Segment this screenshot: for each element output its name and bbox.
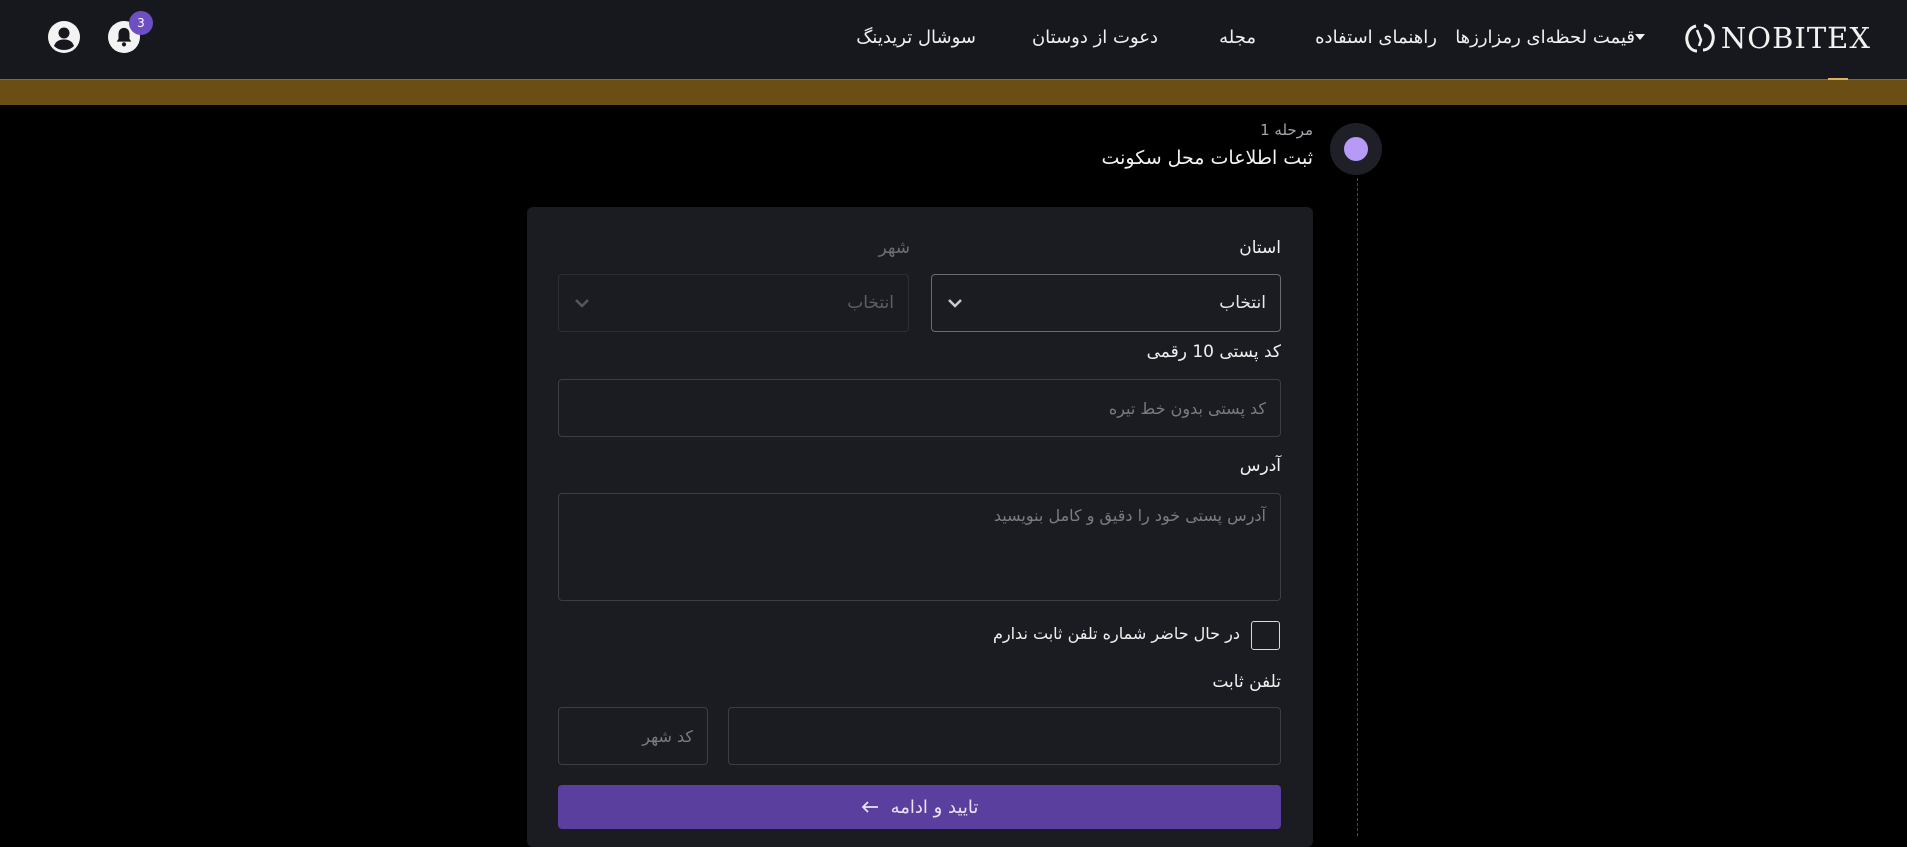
step-number: مرحله 1 [1260, 121, 1313, 139]
no-landline-label: در حال حاضر شماره تلفن ثابت ندارم [992, 624, 1240, 643]
landline-label: تلفن ثابت [1212, 672, 1281, 692]
nav-social-trading[interactable]: سوشال تریدینگ [856, 0, 976, 74]
chevron-down-icon [948, 299, 962, 308]
confirm-continue-button[interactable]: تایید و ادامه [558, 785, 1281, 829]
province-select[interactable]: انتخاب [931, 274, 1281, 332]
nav-social-trading-label: سوشال تریدینگ [856, 26, 976, 48]
area-code-input[interactable] [559, 708, 707, 764]
address-textarea[interactable] [559, 494, 1280, 600]
postal-code-label: کد پستی 10 رقمی [1146, 342, 1281, 362]
nav-crypto-prices-label: قیمت لحظه‌ای رمزارزها [1455, 26, 1635, 48]
nobitex-logo-icon [1685, 23, 1715, 53]
caret-down-icon [1635, 34, 1645, 40]
landline-number-field[interactable] [728, 707, 1281, 765]
nav-guide[interactable]: راهنمای استفاده [1315, 0, 1437, 74]
city-label: شهر [878, 238, 910, 258]
confirm-continue-label: تایید و ادامه [890, 796, 979, 818]
logo-text: NOBITEX [1720, 21, 1871, 55]
notice-banner [0, 79, 1907, 105]
area-code-field[interactable] [558, 707, 708, 765]
notification-count-badge: 3 [129, 11, 153, 35]
banner-close-mark[interactable] [1828, 78, 1848, 80]
nobitex-logo[interactable]: NOBITEX [1685, 20, 1871, 56]
step-active-dot [1344, 137, 1368, 161]
chevron-down-icon [575, 299, 589, 308]
city-select-value: انتخاب [847, 293, 894, 313]
nav-magazine-label: مجله [1219, 26, 1256, 48]
arrow-left-icon [861, 801, 878, 813]
nav-invite-friends-label: دعوت از دوستان [1031, 26, 1158, 48]
nav-crypto-prices[interactable]: قیمت لحظه‌ای رمزارزها [1455, 0, 1653, 74]
postal-code-input[interactable] [559, 380, 1280, 436]
province-select-value: انتخاب [1219, 293, 1266, 313]
landline-number-input[interactable] [729, 708, 1280, 764]
nav-guide-label: راهنمای استفاده [1315, 26, 1437, 48]
step-indicator [1330, 123, 1382, 175]
user-circle-icon [54, 27, 74, 50]
nav-invite-friends[interactable]: دعوت از دوستان [1032, 0, 1158, 74]
nav-magazine[interactable]: مجله [1219, 0, 1256, 74]
profile-button[interactable] [48, 21, 80, 53]
city-select[interactable]: انتخاب [558, 274, 909, 332]
postal-code-field[interactable] [558, 379, 1281, 437]
no-landline-checkbox[interactable] [1251, 621, 1280, 650]
address-label: آدرس [1239, 456, 1281, 476]
top-navbar: NOBITEX قیمت لحظه‌ای رمزارزها راهنمای اس… [0, 0, 1907, 79]
address-field[interactable] [558, 493, 1281, 601]
step-connector-line [1357, 178, 1358, 836]
step-title: ثبت اطلاعات محل سکونت [1101, 147, 1313, 169]
province-label: استان [1239, 238, 1281, 258]
